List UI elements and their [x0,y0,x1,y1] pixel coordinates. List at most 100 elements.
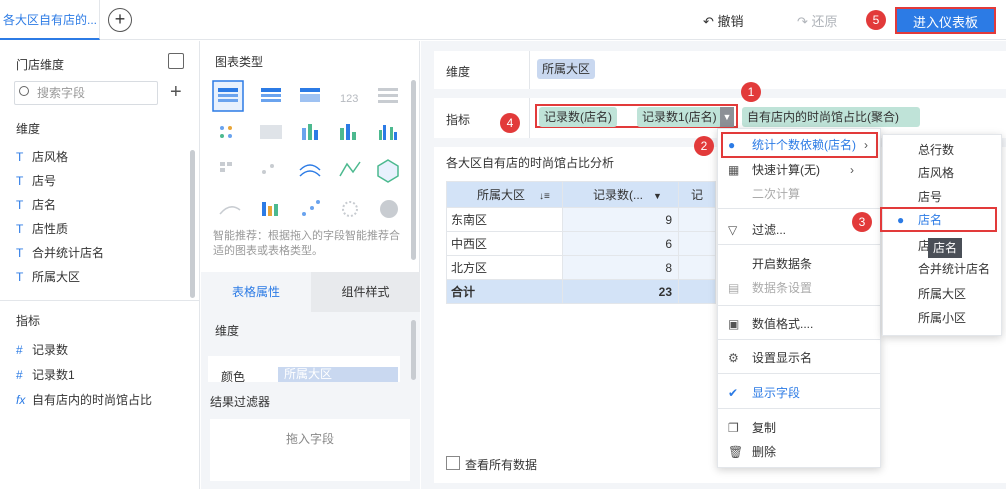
menu-item-enable-databar[interactable]: 开启数据条 [752,252,812,276]
field-label: 记录数1 [32,368,75,382]
map-icon [260,125,282,139]
field-label: 店名 [32,198,57,212]
undo-button[interactable]: ↶ 撤销 [703,11,744,30]
gear-icon: ⚙ [728,351,739,365]
scrollbar[interactable] [411,320,416,380]
menu-label: 显示字段 [752,386,801,400]
column-header[interactable]: 所属大区 ↓≡ [446,181,563,208]
submenu-item[interactable]: 所属大区 [918,282,966,306]
table-cell: 6 [562,231,679,256]
submenu-item[interactable]: 店风格 [918,161,954,185]
dimension-field[interactable]: T 店名 [16,194,56,216]
chart-type-grid[interactable]: 123 [212,80,408,230]
dimension-field[interactable]: T 合并统计店名 [16,242,104,264]
add-field-icon[interactable]: + [170,81,182,103]
dimension-field[interactable]: T 店性质 [16,218,68,240]
column-header[interactable]: 记录数(... ▼ [562,181,679,208]
menu-item-delete[interactable]: 🗑 删除 [728,440,776,464]
metric-pill[interactable]: 记录数(店名) [539,107,617,127]
dimension-pill[interactable]: 所属大区 [537,59,596,79]
metric-pill[interactable]: 记录数1(店名) [637,107,722,127]
menu-item-secondary-calc[interactable]: 二次计算 [752,182,800,206]
chart-type-title: 图表类型 [215,55,264,69]
submenu-item[interactable]: 店号 [918,185,942,209]
top-bar [0,0,1006,40]
bubble-icon [302,200,320,216]
scrollbar[interactable] [190,150,195,298]
dimension-field[interactable]: T 店号 [16,170,56,192]
stacked-bar-icon [302,124,318,140]
number-format-icon: ▣ [728,317,740,331]
badge-1: 1 [741,82,761,102]
divider [0,300,200,301]
submenu-item[interactable]: 合并统计店名 [918,257,990,281]
dimension-bar [434,51,1006,89]
result-filter-label: 结果过滤器 [210,395,271,409]
menu-label: 复制 [752,421,777,435]
header-label: 记 [691,188,704,202]
field-label: 所属大区 [32,270,81,284]
table-cell: 9 [562,207,679,232]
number-type-icon: # [16,343,23,357]
total-value: 23 [562,279,679,304]
tab-table-attributes[interactable]: 表格属性 [201,272,311,312]
color-field-pill[interactable]: 所属大区 [278,367,398,382]
menu-divider [717,244,881,245]
show-all-data-checkbox[interactable] [446,456,460,470]
menu-item-databar-settings[interactable]: ▤ 数据条设置 [728,276,812,300]
tab-component-style[interactable]: 组件样式 [311,272,420,312]
menu-label: 统计个数依赖(店名) [752,138,856,152]
dimension-section-title: 维度 [16,122,41,136]
scrollbar[interactable] [411,80,416,260]
menu-divider [717,305,881,306]
trash-icon: 🗑 [728,445,744,459]
submenu-item[interactable]: 总行数 [918,138,954,162]
metric-section-title: 指标 [16,314,41,328]
dimension-field[interactable]: T 所属大区 [16,266,80,288]
field-panel [0,41,200,489]
menu-label: 快速计算(无) [752,163,820,177]
chevron-down-icon[interactable]: ▼ [720,107,734,127]
dimension-field[interactable]: T 店风格 [16,146,68,168]
field-label: 店风格 [32,150,69,164]
tooltip: 店名 [928,238,962,258]
metric-field[interactable]: # 记录数 [16,339,68,361]
menu-item-quick-calc[interactable]: ▦ 快速计算(无) › [728,158,854,182]
menu-item-count-dependency[interactable]: ● 统计个数依赖(店名) › [728,133,868,157]
grouped-bar-icon [379,125,397,140]
dimension-bar-label: 维度 [446,65,471,79]
search-input[interactable]: 搜索字段 [14,81,158,105]
column-header[interactable]: 记 [678,181,716,208]
attr-dimension-label: 维度 [215,324,240,338]
tab-analysis[interactable]: 各大区自有店的... [0,0,100,40]
metric-field[interactable]: # 记录数1 [16,364,75,386]
menu-item-display-name[interactable]: ⚙ 设置显示名 [728,346,812,370]
column-bar-icon [262,202,278,216]
metric-field[interactable]: fx 自有店内的时尚馆占比 [16,389,152,411]
text-type-icon: T [16,150,24,164]
redo-button[interactable]: ↷ 还原 [797,11,838,30]
bar-chart-icon [340,124,356,140]
chevron-right-icon: › [864,138,868,152]
metric-pill[interactable]: 自有店内的时尚馆占比(聚合) [742,107,920,127]
header-label: 记录数(... [593,188,643,202]
drop-field-zone[interactable]: 拖入字段 [210,419,410,481]
menu-divider [717,339,881,340]
header-label: 所属大区 [477,188,526,202]
search-icon [19,86,29,96]
submenu-item-selected[interactable]: ● 店名 [897,208,942,232]
enter-dashboard-button[interactable]: 进入仪表板 [895,7,996,34]
menu-item-show-field[interactable]: ✔ 显示字段 [728,381,800,405]
menu-item-copy[interactable]: ❐ 复制 [728,416,776,440]
sort-icon[interactable]: ↓≡ [539,191,550,202]
menu-divider [717,373,881,374]
menu-label: 删除 [752,445,777,459]
submenu-item[interactable]: 所属小区 [918,306,966,330]
kpi-icon: 123 [340,93,358,105]
menu-item-filter[interactable]: ▽ 过滤... [728,218,786,242]
switch-table-icon[interactable] [168,53,184,69]
add-tab-button[interactable]: + [108,8,132,32]
text-type-icon: T [16,174,24,188]
menu-item-number-format[interactable]: ▣ 数值格式.... [728,312,813,336]
dropdown-arrow-icon[interactable]: ▼ [653,191,662,201]
